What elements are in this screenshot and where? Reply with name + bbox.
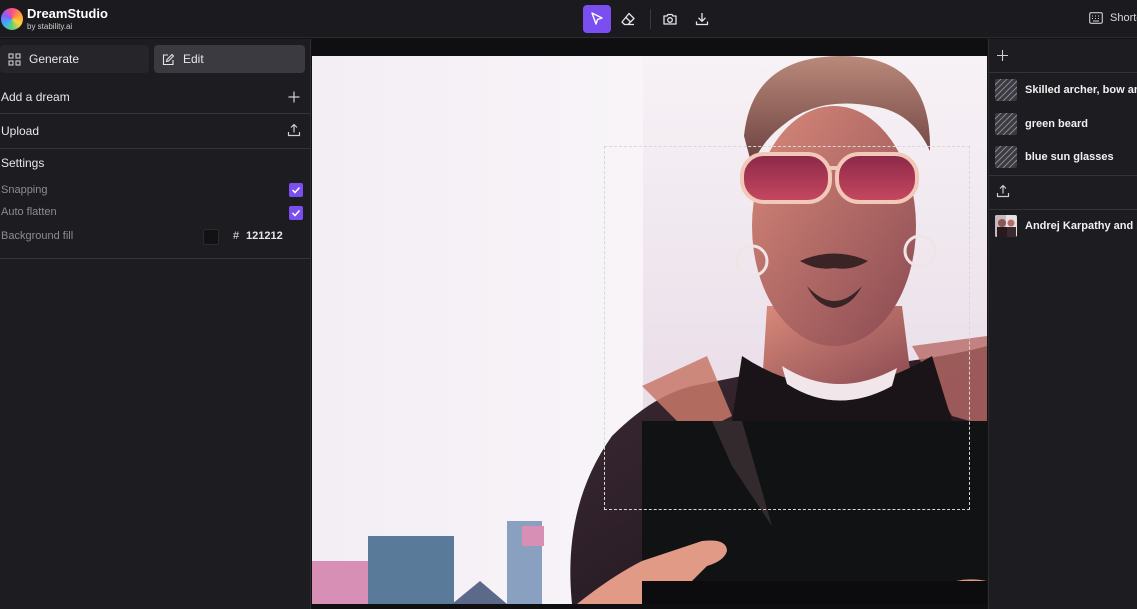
shortcuts-label: Shortcuts (1110, 12, 1137, 24)
settings-section: Settings (0, 149, 311, 259)
prompt-layer-name: blue sun glasses (1025, 151, 1114, 163)
selection-box[interactable] (604, 146, 970, 510)
add-dream-row[interactable]: Add a dream (0, 79, 311, 114)
right-panel-divider (989, 72, 1137, 73)
dreamstudio-logo-icon (1, 8, 23, 30)
upload-icon[interactable] (996, 184, 1010, 198)
download-icon (695, 13, 709, 26)
app-name: DreamStudio (27, 6, 108, 21)
right-panel-divider (989, 209, 1137, 210)
hatched-layer-icon (995, 146, 1017, 168)
keyboard-icon (1089, 12, 1103, 24)
brand[interactable]: DreamStudio by stability.ai (0, 3, 108, 35)
image-thumbnail (995, 215, 1017, 237)
settings-title: Settings (1, 156, 45, 170)
left-panel: Generate Edit Add a dream Upload Setting… (0, 39, 311, 609)
hex-hash: # (233, 230, 240, 242)
add-prompt-icon[interactable] (996, 49, 1009, 62)
shortcuts-button[interactable]: Shortcuts (1089, 12, 1137, 24)
right-panel: Skilled archer, bow and arrow green bear… (988, 39, 1137, 609)
download-button[interactable] (688, 5, 716, 33)
upload-icon[interactable] (287, 123, 301, 137)
prompt-layer-item[interactable]: blue sun glasses (989, 142, 1137, 172)
eraser-tool-button[interactable] (614, 5, 642, 33)
snapping-label: Snapping (1, 184, 48, 196)
canvas-area[interactable] (312, 39, 987, 609)
image-layer-name: Andrej Karpathy and Lex (1025, 220, 1137, 232)
checkmark-icon (291, 209, 301, 217)
generate-mode-button[interactable]: Generate (0, 45, 149, 73)
plus-icon[interactable] (287, 90, 301, 104)
prompt-layer-item[interactable]: Skilled archer, bow and arrow (989, 75, 1137, 105)
checkmark-icon (291, 186, 301, 194)
right-panel-divider (989, 175, 1137, 176)
prompt-layer-name: green beard (1025, 118, 1088, 130)
toolbar-divider (650, 9, 651, 29)
prompt-layer-item[interactable]: green beard (989, 109, 1137, 139)
eraser-icon (621, 12, 635, 26)
edit-label: Edit (183, 52, 204, 66)
grid-icon (8, 52, 21, 66)
hatched-layer-icon (995, 113, 1017, 135)
generate-label: Generate (29, 52, 80, 66)
top-bar: DreamStudio by stability.ai Shortcuts (0, 0, 1137, 38)
camera-icon (663, 13, 677, 25)
image-layer-item[interactable]: Andrej Karpathy and Lex (989, 211, 1137, 241)
add-dream-label: Add a dream (1, 90, 70, 104)
upload-label: Upload (1, 124, 40, 138)
app-byline: by stability.ai (27, 22, 73, 31)
select-tool-button[interactable] (583, 5, 611, 33)
pencil-square-icon (162, 53, 175, 65)
prompt-layer-name: Skilled archer, bow and arrow (1025, 84, 1137, 96)
background-fill-swatch[interactable] (203, 229, 219, 245)
auto-flatten-checkbox[interactable] (289, 206, 303, 220)
cursor-select-icon (591, 12, 603, 25)
background-fill-input[interactable]: 121212 (246, 230, 283, 242)
edit-mode-button[interactable]: Edit (154, 45, 305, 73)
snapping-checkbox[interactable] (289, 183, 303, 197)
auto-flatten-label: Auto flatten (1, 206, 57, 218)
upload-row[interactable]: Upload (0, 114, 311, 149)
hatched-layer-icon (995, 79, 1017, 101)
snapshot-button[interactable] (656, 5, 684, 33)
background-fill-label: Background fill (1, 230, 74, 242)
